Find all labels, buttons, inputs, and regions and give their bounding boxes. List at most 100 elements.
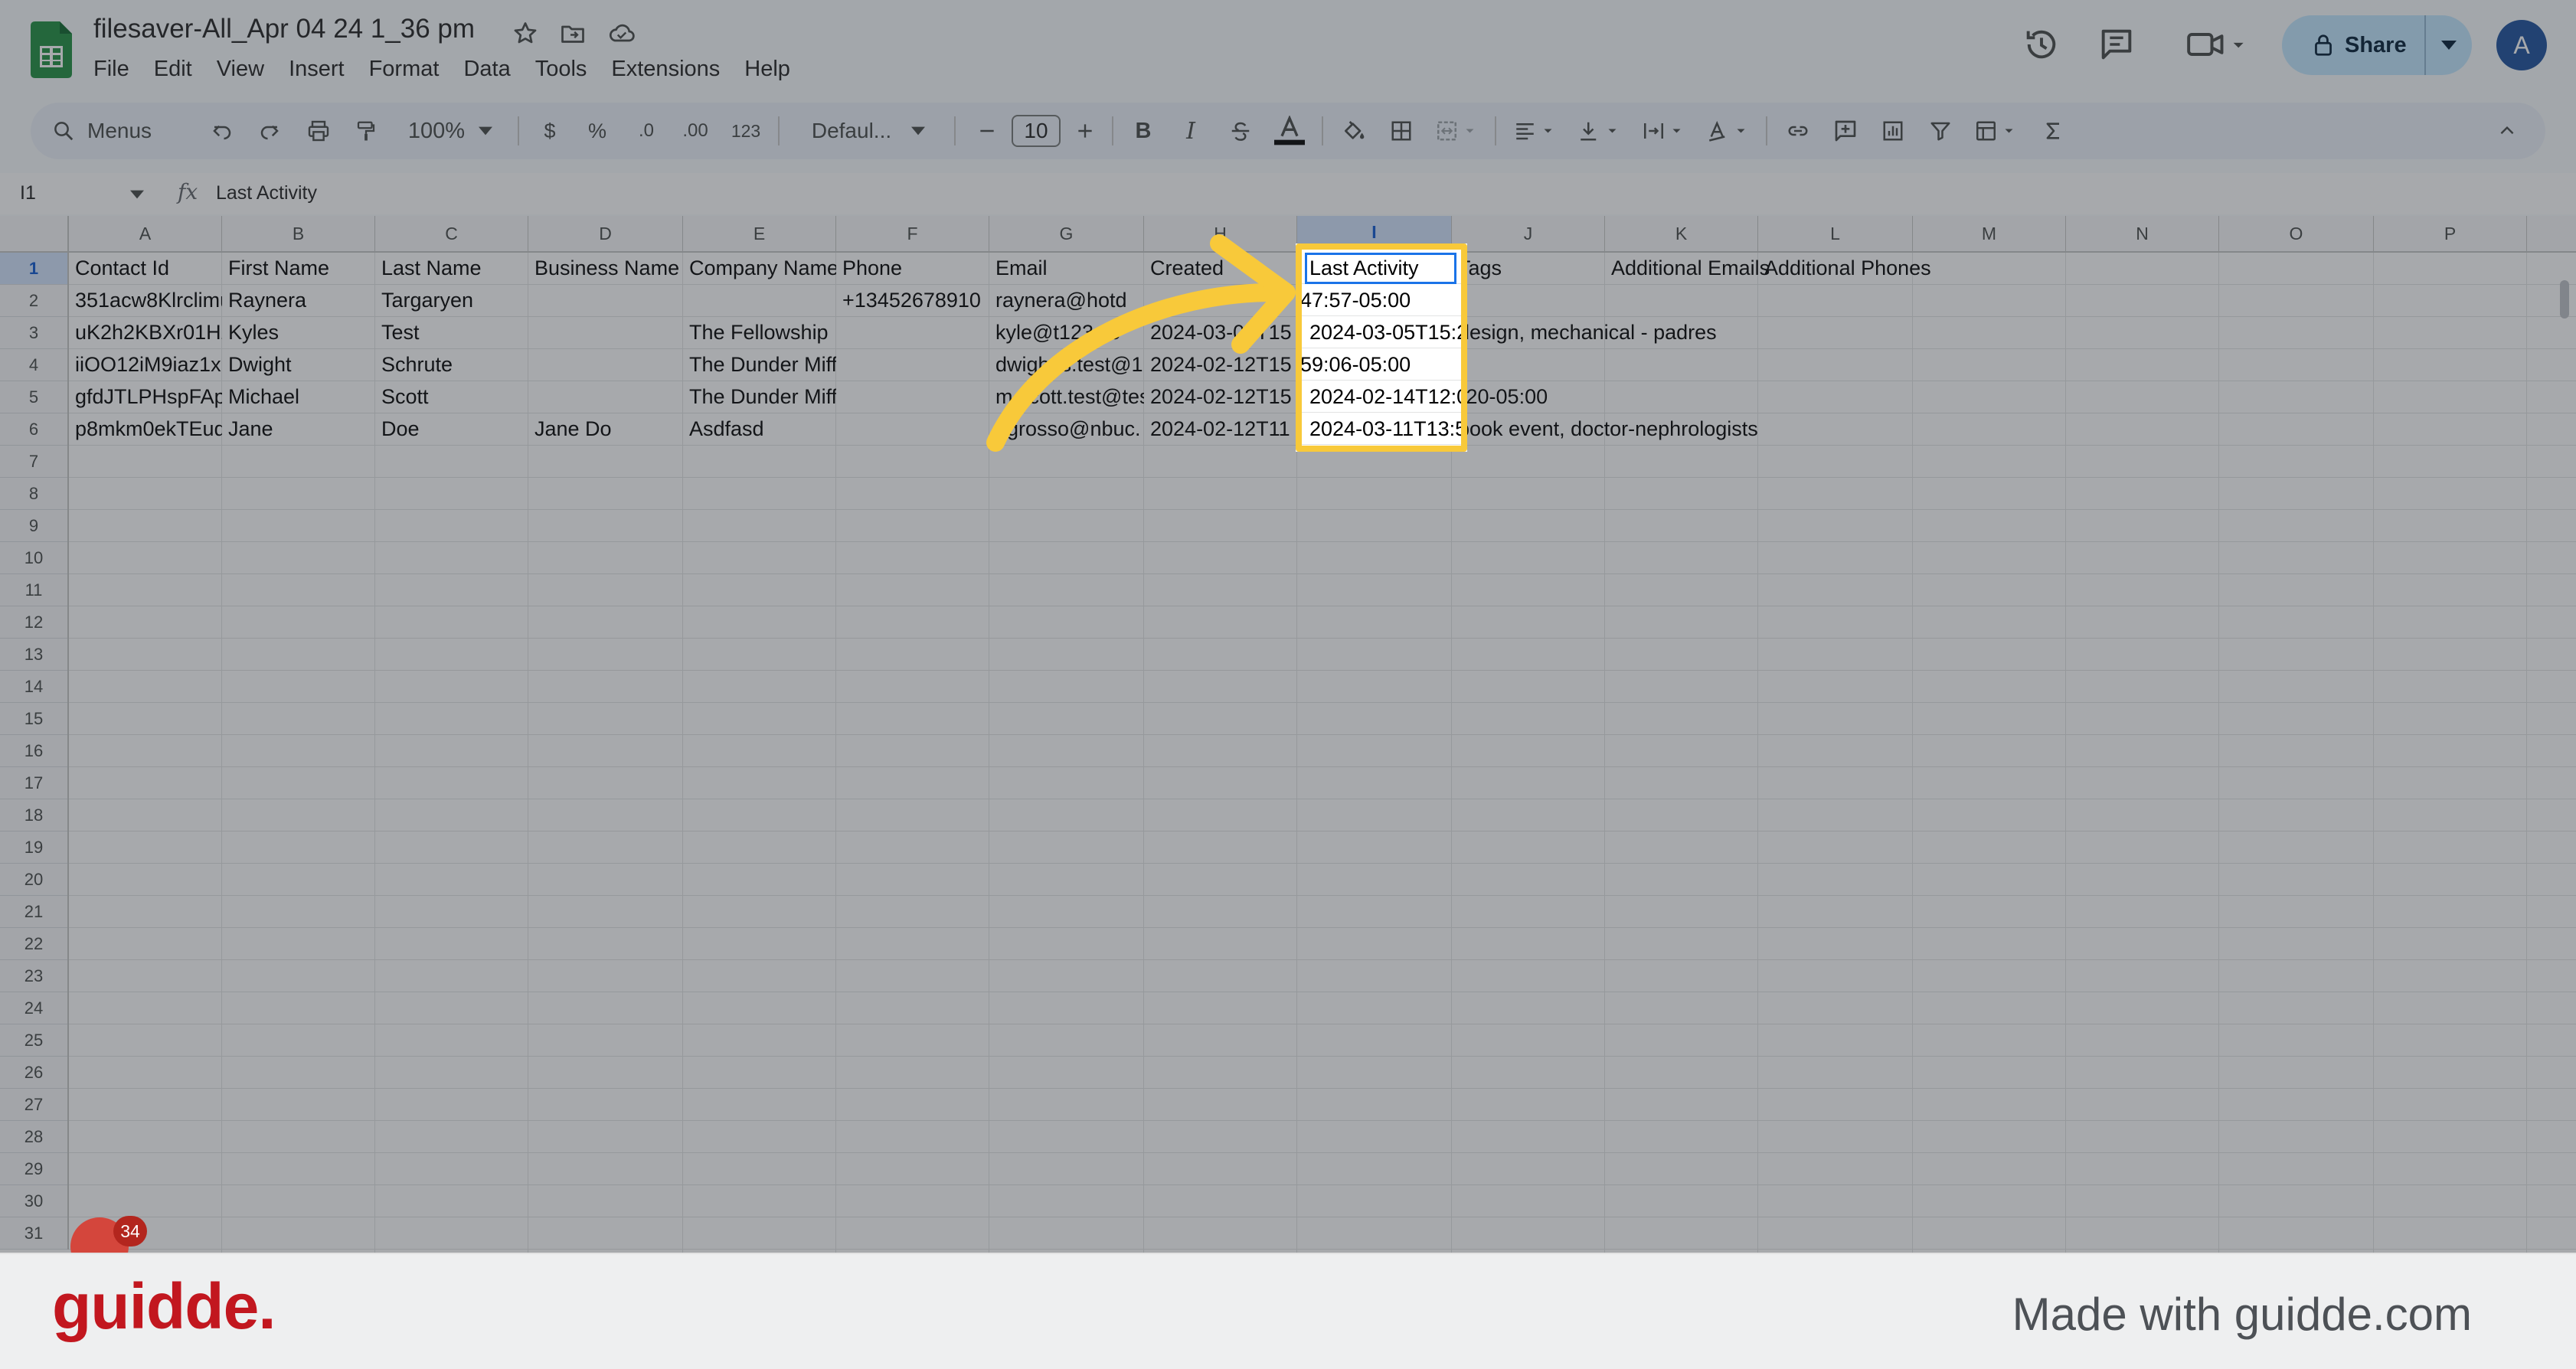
row-header-18[interactable]: 18 — [0, 799, 67, 832]
increase-decimal-button[interactable]: .00 — [672, 103, 718, 159]
header-cell[interactable]: Phone — [836, 253, 989, 284]
row-header-20[interactable]: 20 — [0, 864, 67, 896]
menu-file[interactable]: File — [81, 55, 142, 86]
table-cell[interactable]: Kyles — [222, 317, 375, 348]
scrollbar-thumb[interactable] — [2560, 280, 2569, 319]
row-header-9[interactable]: 9 — [0, 510, 67, 542]
share-main-button[interactable]: Share — [2282, 15, 2426, 75]
row-header-11[interactable]: 11 — [0, 574, 67, 606]
column-header-l[interactable]: L — [1758, 216, 1913, 251]
menu-tools[interactable]: Tools — [523, 55, 600, 86]
menu-help[interactable]: Help — [732, 55, 803, 86]
share-dropdown-icon[interactable] — [2426, 41, 2472, 50]
row-header-1[interactable]: 1 — [0, 253, 67, 285]
table-cell[interactable]: book event, doctor-nephrologists — [1452, 413, 1758, 445]
bold-button[interactable]: B — [1124, 103, 1162, 159]
row-header-24[interactable]: 24 — [0, 992, 67, 1024]
collapse-toolbar-icon[interactable] — [2486, 103, 2529, 159]
header-cell[interactable]: Tags — [1452, 253, 1605, 284]
menu-edit[interactable]: Edit — [142, 55, 204, 86]
column-header-c[interactable]: C — [375, 216, 528, 251]
row-header-12[interactable]: 12 — [0, 606, 67, 639]
number-format-button[interactable]: 123 — [723, 103, 769, 159]
header-cell[interactable]: Business Name — [528, 253, 683, 284]
row-header-28[interactable]: 28 — [0, 1121, 67, 1153]
row-header-14[interactable]: 14 — [0, 671, 67, 703]
row-header-10[interactable]: 10 — [0, 542, 67, 574]
font-size-input[interactable]: 10 — [1009, 103, 1063, 159]
text-wrapping-icon[interactable] — [1634, 103, 1692, 159]
name-box-dropdown-icon[interactable] — [130, 190, 144, 199]
table-cell[interactable]: Jane Do — [528, 413, 683, 445]
table-cell[interactable]: Raynera — [222, 285, 375, 316]
column-header-m[interactable]: M — [1913, 216, 2066, 251]
table-cell[interactable]: The Fellowship — [683, 317, 836, 348]
column-header-a[interactable]: A — [69, 216, 222, 251]
paint-format-icon[interactable] — [345, 103, 387, 159]
row-header-19[interactable]: 19 — [0, 832, 67, 864]
insert-link-icon[interactable] — [1777, 103, 1819, 159]
row-header-29[interactable]: 29 — [0, 1153, 67, 1185]
table-cell[interactable]: The Dunder Mifflin Family — [683, 349, 836, 381]
filter-views-icon[interactable] — [1966, 103, 2025, 159]
column-header-e[interactable]: E — [683, 216, 836, 251]
currency-format-button[interactable]: $ — [531, 103, 568, 159]
table-cell[interactable]: p8mkm0ekTEud — [69, 413, 222, 445]
meet-video-icon[interactable] — [2182, 25, 2251, 67]
table-cell[interactable]: gfdJTLPHspFAp — [69, 381, 222, 413]
italic-button[interactable]: I — [1172, 103, 1210, 159]
borders-icon[interactable] — [1380, 103, 1423, 159]
table-cell[interactable]: design, mechanical - padres — [1452, 317, 1717, 348]
select-all-corner[interactable] — [0, 216, 69, 251]
table-cell[interactable]: iiOO12iM9iaz1xl — [69, 349, 222, 381]
row-header-4[interactable]: 4 — [0, 349, 67, 381]
row-header-22[interactable]: 22 — [0, 928, 67, 960]
header-cell[interactable]: Last Name — [375, 253, 528, 284]
merge-cells-icon[interactable] — [1427, 103, 1486, 159]
row-header-2[interactable]: 2 — [0, 285, 67, 317]
row-header-3[interactable]: 3 — [0, 317, 67, 349]
account-avatar[interactable]: A — [2496, 20, 2547, 70]
menu-format[interactable]: Format — [357, 55, 452, 86]
decrease-decimal-button[interactable]: .0 — [625, 103, 668, 159]
row-header-25[interactable]: 25 — [0, 1024, 67, 1057]
vertical-scrollbar[interactable] — [2558, 254, 2571, 1250]
column-header-j[interactable]: J — [1452, 216, 1605, 251]
table-cell[interactable]: Michael — [222, 381, 375, 413]
text-rotation-icon[interactable] — [1698, 103, 1757, 159]
menu-extensions[interactable]: Extensions — [599, 55, 732, 86]
formula-input[interactable]: Last Activity — [216, 182, 317, 204]
row-header-8[interactable]: 8 — [0, 478, 67, 510]
header-cell[interactable]: First Name — [222, 253, 375, 284]
table-cell[interactable]: Doe — [375, 413, 528, 445]
column-header-d[interactable]: D — [528, 216, 683, 251]
column-header-f[interactable]: F — [836, 216, 989, 251]
row-header-16[interactable]: 16 — [0, 735, 67, 767]
strikethrough-icon[interactable] — [1219, 103, 1262, 159]
table-cell[interactable]: The Dunder Mifflin Family — [683, 381, 836, 413]
row-header-23[interactable]: 23 — [0, 960, 67, 992]
star-icon[interactable] — [512, 20, 539, 47]
table-cell[interactable]: Schrute — [375, 349, 528, 381]
name-box[interactable]: I1 — [20, 182, 36, 204]
table-cell[interactable]: Scott — [375, 381, 528, 413]
row-header-15[interactable]: 15 — [0, 703, 67, 735]
row-header-5[interactable]: 5 — [0, 381, 67, 413]
document-title[interactable]: filesaver-All_Apr 04 24 1_36 pm — [93, 14, 475, 44]
row-header-17[interactable]: 17 — [0, 767, 67, 799]
row-header-26[interactable]: 26 — [0, 1057, 67, 1089]
row-header-7[interactable]: 7 — [0, 446, 67, 478]
table-cell[interactable]: uK2h2KBXr01Hz — [69, 317, 222, 348]
column-header-b[interactable]: B — [222, 216, 375, 251]
decrease-font-size-icon[interactable] — [968, 103, 1006, 159]
insert-chart-icon[interactable] — [1872, 103, 1914, 159]
redo-icon[interactable] — [248, 103, 291, 159]
text-color-icon[interactable] — [1267, 103, 1313, 159]
menus-search[interactable]: Menus — [52, 103, 205, 159]
row-header-27[interactable]: 27 — [0, 1089, 67, 1121]
sheets-logo-icon[interactable] — [31, 21, 72, 78]
table-cell[interactable]: Asdfasd — [683, 413, 836, 445]
comments-icon[interactable] — [2097, 25, 2140, 67]
menu-view[interactable]: View — [204, 55, 276, 86]
table-cell[interactable]: Jane — [222, 413, 375, 445]
